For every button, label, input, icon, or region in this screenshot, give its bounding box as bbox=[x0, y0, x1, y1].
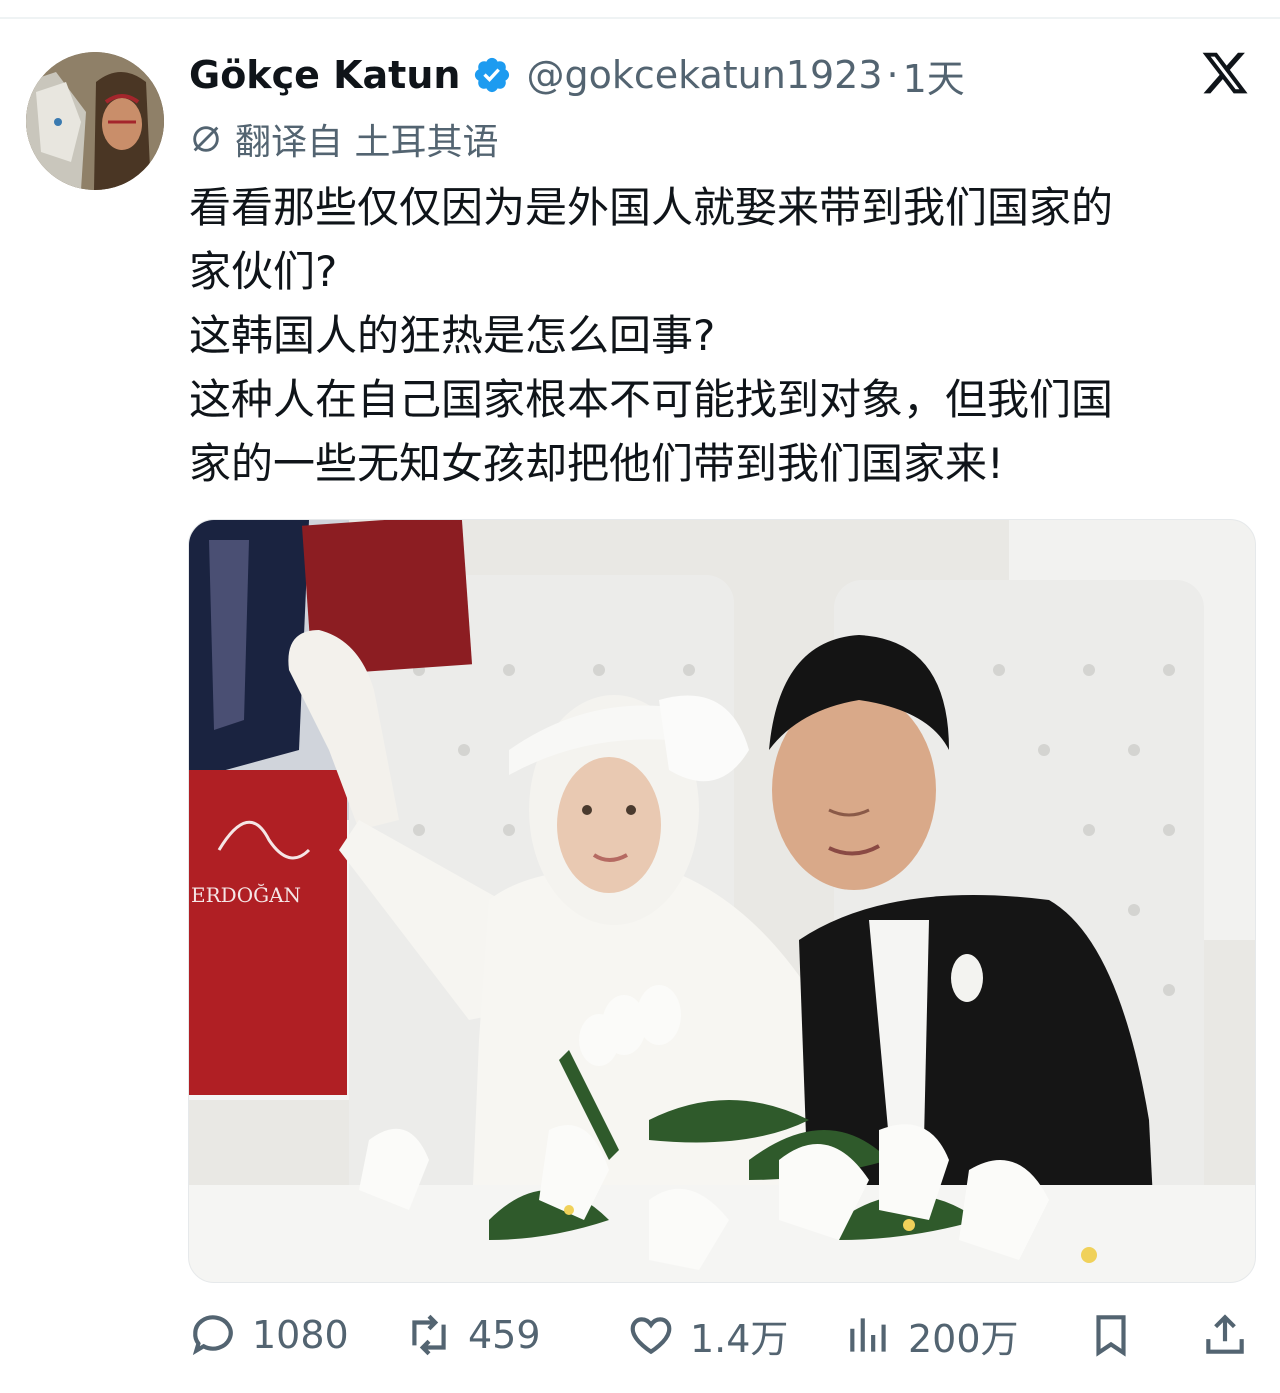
views-icon bbox=[850, 1318, 886, 1352]
verified-badge-icon[interactable] bbox=[472, 55, 512, 95]
tweet-media-photo[interactable]: ERDOĞAN bbox=[188, 519, 1256, 1283]
translated-from-indicator[interactable]: 翻译自 土耳其语 bbox=[189, 114, 498, 164]
heart-icon bbox=[630, 1317, 672, 1355]
share-icon bbox=[1206, 1314, 1244, 1354]
bookmark-button[interactable] bbox=[1086, 1300, 1150, 1370]
x-logo-icon[interactable] bbox=[1200, 48, 1250, 98]
wedding-photo: ERDOĞAN bbox=[189, 520, 1255, 1282]
author-handle[interactable]: @gokcekatun1923 bbox=[526, 53, 882, 97]
author-avatar[interactable] bbox=[26, 52, 164, 190]
share-button[interactable] bbox=[1200, 1300, 1264, 1370]
retweet-icon bbox=[412, 1314, 446, 1356]
tweet-text: 看看那些仅仅因为是外国人就娶来带到我们国家的 家伙们? 这韩国人的狂热是怎么回事… bbox=[189, 183, 1114, 488]
translate-icon bbox=[193, 126, 219, 152]
author-display-name[interactable]: Gökçe Katun bbox=[189, 53, 460, 97]
translated-label: 翻译自 土耳其语 bbox=[235, 122, 499, 163]
retweet-count: 459 bbox=[468, 1313, 541, 1357]
tweet-action-bar: 1080 459 1.4万 200万 bbox=[188, 1300, 1250, 1370]
bookmark-icon bbox=[1096, 1315, 1126, 1357]
reply-count: 1080 bbox=[252, 1313, 349, 1357]
poster-signature: ERDOĞAN bbox=[191, 882, 301, 907]
tweet-timestamp[interactable]: 1天 bbox=[903, 48, 965, 103]
like-button[interactable]: 1.4万 bbox=[626, 1300, 788, 1370]
retweet-button[interactable]: 459 bbox=[404, 1300, 541, 1370]
separator-dot: · bbox=[886, 53, 899, 97]
like-count: 1.4万 bbox=[690, 1316, 789, 1361]
reply-button[interactable]: 1080 bbox=[188, 1300, 349, 1370]
avatar-image bbox=[26, 52, 164, 190]
top-divider bbox=[0, 17, 1280, 19]
reply-icon bbox=[192, 1315, 233, 1356]
views-button[interactable]: 200万 bbox=[844, 1300, 1019, 1370]
tweet-header: Gökçe Katun @gokcekatun1923 · 1天 bbox=[189, 44, 965, 106]
views-count: 200万 bbox=[908, 1316, 1019, 1361]
